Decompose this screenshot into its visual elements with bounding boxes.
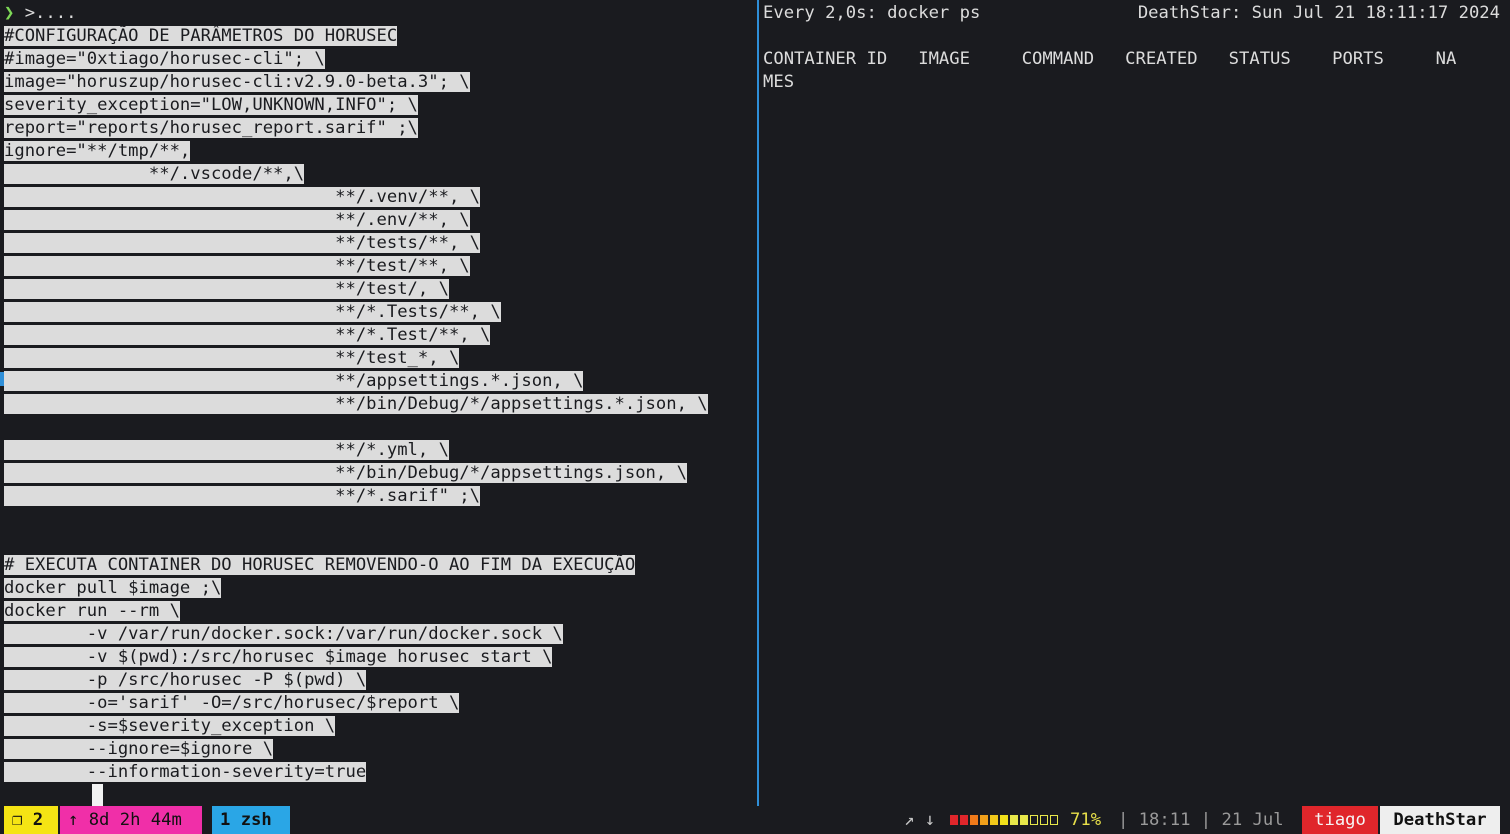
battery-cell (990, 815, 998, 825)
code-line: --information-severity=true (4, 761, 367, 784)
selected-text: docker run --rm \ (4, 601, 180, 621)
selected-text: **/.vscode/**,\ (4, 164, 305, 184)
code-line: **/bin/Debug/*/appsettings.json, \ (4, 462, 687, 485)
selected-text: -v /var/run/docker.sock:/var/run/docker.… (4, 624, 563, 644)
selected-text: #CONFIGURAÇÃO DE PARÂMETROS DO HORUSEC (4, 26, 398, 46)
code-line: docker pull $image ;\ (4, 577, 222, 600)
code-line: **/.vscode/**,\ (4, 163, 305, 186)
selected-text: **/tests/**, \ (4, 233, 480, 253)
code-line: -p /src/horusec -P $(pwd) \ (4, 669, 367, 692)
selected-text: image="horuszup/horusec-cli:v2.9.0-beta.… (4, 72, 470, 92)
selected-text: docker pull $image ;\ (4, 578, 222, 598)
code-line: --ignore=$ignore \ (4, 738, 274, 761)
selected-text: **/test/**, \ (4, 256, 470, 276)
code-line: **/test/**, \ (4, 255, 470, 278)
user-badge: tiago (1302, 806, 1378, 834)
battery-cell (1000, 815, 1008, 825)
left-terminal-pane[interactable]: ❯ >.... #CONFIGURAÇÃO DE PARÂMETROS DO H… (0, 0, 756, 806)
right-terminal-pane-watch[interactable]: Every 2,0s: docker ps DeathStar: Sun Jul… (759, 0, 1510, 806)
code-line: #CONFIGURAÇÃO DE PARÂMETROS DO HORUSEC (4, 25, 398, 48)
battery-cell (1010, 815, 1018, 825)
docker-ps-header-wrap: MES (763, 72, 795, 92)
selected-text: **/test/, \ (4, 279, 449, 299)
battery-percent: 71% (1070, 810, 1102, 830)
code-line: #image="0xtiago/horusec-cli"; \ (4, 48, 325, 71)
window-tab-zsh[interactable]: 1 zsh (212, 806, 290, 834)
selected-text: -o='sarif' -O=/src/horusec/$report \ (4, 693, 460, 713)
selected-text: # EXECUTA CONTAINER DO HORUSEC REMOVENDO… (4, 555, 636, 575)
terminal-cursor (92, 784, 103, 806)
docker-ps-header: CONTAINER ID IMAGE COMMAND CREATED STATU… (763, 49, 1457, 69)
code-line: **/test/, \ (4, 278, 449, 301)
selected-text: -v $(pwd):/src/horusec $image horusec st… (4, 647, 553, 667)
code-line: **/*.Test/**, \ (4, 324, 491, 347)
code-line: # EXECUTA CONTAINER DO HORUSEC REMOVENDO… (4, 554, 636, 577)
battery-cell (980, 815, 988, 825)
clock-date: | 18:11 | 21 Jul (1118, 810, 1284, 830)
code-line: **/.env/**, \ (4, 209, 470, 232)
code-line: -s=$severity_exception \ (4, 715, 336, 738)
selected-text: **/bin/Debug/*/appsettings.*.json, \ (4, 394, 708, 414)
battery-cell (960, 815, 968, 825)
code-line: report="reports/horusec_report.sarif" ;\ (4, 117, 418, 140)
battery-cell (1020, 815, 1028, 825)
code-line: severity_exception="LOW,UNKNOWN,INFO"; \ (4, 94, 418, 117)
prompt-text: >.... (14, 3, 77, 23)
code-line: **/*.Tests/**, \ (4, 301, 501, 324)
selected-text: -s=$severity_exception \ (4, 716, 336, 736)
code-line: **/appsettings.*.json, \ (4, 370, 584, 393)
selected-text: **/*.sarif" ;\ (4, 486, 480, 506)
prompt-line: ❯ >.... (4, 2, 76, 25)
selected-text: **/*.Test/**, \ (4, 325, 491, 345)
network-arrows-icon: ↗ ↓ (904, 810, 936, 830)
battery-cell (950, 815, 958, 825)
code-line: **/bin/Debug/*/appsettings.*.json, \ (4, 393, 708, 416)
pane-edge-marker (0, 372, 4, 386)
host-badge: DeathStar (1380, 806, 1500, 834)
battery-cell (1050, 815, 1058, 825)
code-line: image="horuszup/horusec-cli:v2.9.0-beta.… (4, 71, 470, 94)
selected-text: **/*.yml, \ (4, 440, 449, 460)
code-line: ignore="**/tmp/**, (4, 140, 191, 163)
selected-text: **/.env/**, \ (4, 210, 470, 230)
selected-text: report="reports/horusec_report.sarif" ;\ (4, 118, 418, 138)
selected-text: --ignore=$ignore \ (4, 739, 274, 759)
code-line: **/test_*, \ (4, 347, 460, 370)
selected-text: **/.venv/**, \ (4, 187, 480, 207)
selected-text: ignore="**/tmp/**, (4, 141, 191, 161)
code-line: -v /var/run/docker.sock:/var/run/docker.… (4, 623, 563, 646)
selected-text: **/bin/Debug/*/appsettings.json, \ (4, 463, 687, 483)
code-line: **/.venv/**, \ (4, 186, 480, 209)
prompt-arrow-icon: ❯ (4, 3, 15, 23)
battery-cell (970, 815, 978, 825)
battery-gauge-icon (950, 815, 1058, 825)
selected-text: severity_exception="LOW,UNKNOWN,INFO"; \ (4, 95, 418, 115)
code-line: docker run --rm \ (4, 600, 180, 623)
uptime-badge: ↑ 8d 2h 44m (60, 806, 202, 834)
code-line: **/tests/**, \ (4, 232, 480, 255)
tmux-status-bar: ❐ 2 ↑ 8d 2h 44m 1 zsh ↗ ↓ 71% | 18:11 | … (0, 806, 1510, 834)
selected-text: #image="0xtiago/horusec-cli"; \ (4, 49, 325, 69)
window-index-badge[interactable]: ❐ 2 (4, 806, 58, 834)
selected-text: **/appsettings.*.json, \ (4, 371, 584, 391)
watch-host-time: DeathStar: Sun Jul 21 18:11:17 2024 (1137, 3, 1500, 23)
code-line: **/*.sarif" ;\ (4, 485, 480, 508)
battery-cell (1030, 815, 1038, 825)
selected-text: -p /src/horusec -P $(pwd) \ (4, 670, 367, 690)
battery-cell (1040, 815, 1048, 825)
selected-text: **/*.Tests/**, \ (4, 302, 501, 322)
code-line: -v $(pwd):/src/horusec $image horusec st… (4, 646, 553, 669)
selected-text: --information-severity=true (4, 762, 367, 782)
code-line: -o='sarif' -O=/src/horusec/$report \ (4, 692, 460, 715)
selected-text: **/test_*, \ (4, 348, 460, 368)
watch-command: Every 2,0s: docker ps (763, 3, 981, 23)
code-line: **/*.yml, \ (4, 439, 449, 462)
